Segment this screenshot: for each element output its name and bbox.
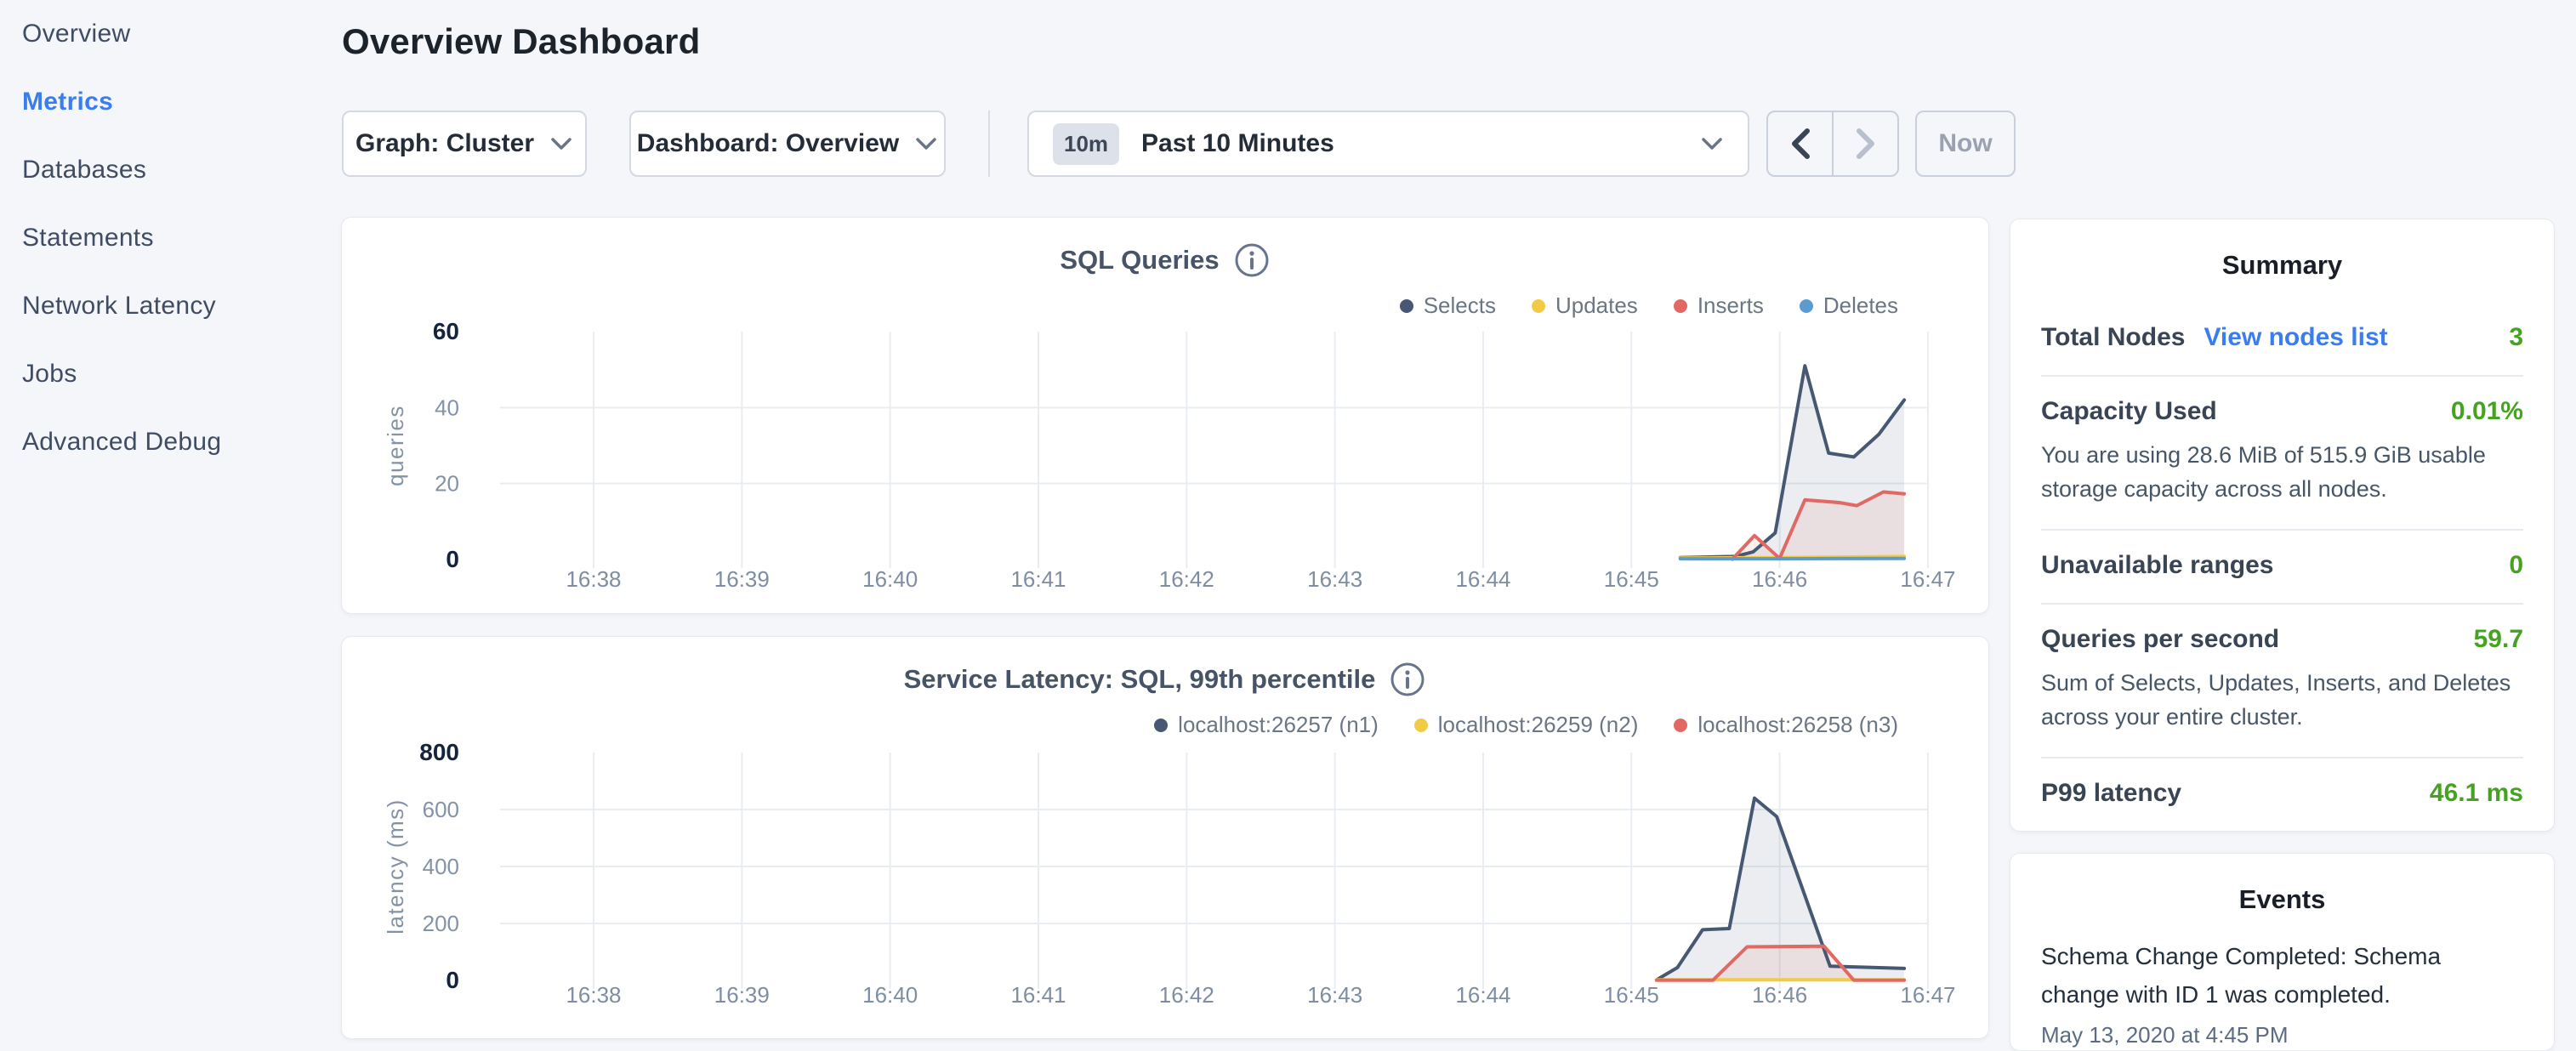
summary-row-label: Total Nodes bbox=[2041, 323, 2185, 352]
summary-row-value: 0.01% bbox=[2451, 397, 2523, 426]
time-range-label: Past 10 Minutes bbox=[1141, 129, 1700, 158]
svg-text:16:47: 16:47 bbox=[1900, 982, 1955, 1008]
events-list: Schema Change Completed: Schema change w… bbox=[2010, 915, 2554, 1048]
event-timestamp: May 13, 2020 at 4:45 PM bbox=[2041, 1022, 2523, 1048]
chevron-down-icon bbox=[914, 136, 938, 151]
graph-dropdown-label: Graph: Cluster bbox=[355, 129, 534, 158]
svg-text:0: 0 bbox=[446, 546, 459, 572]
svg-text:400: 400 bbox=[423, 854, 459, 879]
summary-row-value: 46.1 ms bbox=[2430, 779, 2523, 808]
summary-title: Summary bbox=[2010, 219, 2554, 281]
sidebar-item-metrics[interactable]: Metrics bbox=[22, 68, 328, 136]
summary-row-label: P99 latency bbox=[2041, 779, 2181, 808]
svg-text:200: 200 bbox=[423, 911, 459, 936]
sql-queries-chart-panel: SQL Queries SelectsUpdatesInsertsDeletes… bbox=[341, 217, 1989, 614]
svg-text:40: 40 bbox=[435, 395, 459, 420]
summary-row-subtext: You are using 28.6 MiB of 515.9 GiB usab… bbox=[2041, 438, 2523, 506]
svg-text:16:43: 16:43 bbox=[1307, 566, 1362, 592]
time-range-badge: 10m bbox=[1053, 123, 1119, 165]
previous-time-button[interactable] bbox=[1768, 112, 1834, 175]
svg-text:16:45: 16:45 bbox=[1604, 566, 1659, 592]
view-nodes-list-link[interactable]: View nodes list bbox=[2204, 323, 2387, 352]
summary-row: Capacity Used 0.01% You are using 28.6 MiB… bbox=[2041, 375, 2523, 529]
time-step-buttons bbox=[1766, 111, 1899, 177]
summary-row: P99 latency 46.1 ms bbox=[2041, 757, 2523, 831]
summary-row: Unavailable ranges 0 bbox=[2041, 529, 2523, 603]
svg-text:16:44: 16:44 bbox=[1455, 982, 1510, 1008]
service-latency-chart-panel: Service Latency: SQL, 99th percentile lo… bbox=[341, 636, 1989, 1039]
page-title: Overview Dashboard bbox=[342, 21, 700, 62]
svg-text:16:42: 16:42 bbox=[1159, 982, 1214, 1008]
now-button[interactable]: Now bbox=[1915, 111, 2016, 177]
summary-row-label: Unavailable ranges bbox=[2041, 551, 2273, 580]
svg-text:16:42: 16:42 bbox=[1159, 566, 1214, 592]
chevron-right-icon bbox=[1855, 127, 1877, 161]
chart-plot-area[interactable]: 16:38 16:39 16:40 16:41 16:42 16:43 16:44 16:45… bbox=[342, 218, 1989, 614]
svg-text:16:44: 16:44 bbox=[1455, 566, 1510, 592]
sidebar-item-advanced-debug[interactable]: Advanced Debug bbox=[22, 408, 328, 476]
summary-row-value: 59.7 bbox=[2474, 625, 2523, 654]
sidebar: OverviewMetricsDatabasesStatementsNetwor… bbox=[22, 0, 328, 476]
svg-text:16:47: 16:47 bbox=[1900, 566, 1955, 592]
svg-text:800: 800 bbox=[419, 739, 459, 765]
svg-text:0: 0 bbox=[446, 967, 459, 993]
svg-text:16:46: 16:46 bbox=[1752, 982, 1807, 1008]
svg-text:60: 60 bbox=[433, 318, 459, 344]
svg-text:queries: queries bbox=[383, 405, 408, 486]
events-title: Events bbox=[2010, 854, 2554, 915]
summary-rows: Total Nodes View nodes list 3 Capacity Used… bbox=[2010, 303, 2554, 831]
chart-plot-area[interactable]: 16:38 16:39 16:40 16:41 16:42 16:43 16:44 16:45… bbox=[342, 637, 1989, 1039]
sidebar-item-databases[interactable]: Databases bbox=[22, 136, 328, 204]
svg-text:16:39: 16:39 bbox=[714, 566, 770, 592]
svg-text:16:45: 16:45 bbox=[1604, 982, 1659, 1008]
summary-row-value: 0 bbox=[2509, 551, 2523, 580]
summary-row-label: Capacity Used bbox=[2041, 397, 2217, 426]
svg-text:16:41: 16:41 bbox=[1010, 566, 1066, 592]
time-range-dropdown[interactable]: 10m Past 10 Minutes bbox=[1027, 111, 1749, 177]
svg-text:16:38: 16:38 bbox=[566, 982, 621, 1008]
sidebar-item-network-latency[interactable]: Network Latency bbox=[22, 272, 328, 340]
summary-row-value: 3 bbox=[2509, 323, 2523, 352]
chevron-left-icon bbox=[1789, 127, 1811, 161]
svg-text:16:40: 16:40 bbox=[862, 566, 918, 592]
svg-text:latency (ms): latency (ms) bbox=[383, 798, 408, 935]
next-time-button[interactable] bbox=[1834, 112, 1897, 175]
summary-row: Queries per second 59.7 Sum of Selects, Up… bbox=[2041, 603, 2523, 757]
dashboard-dropdown[interactable]: Dashboard: Overview bbox=[629, 111, 946, 177]
chevron-down-icon bbox=[1700, 136, 1724, 151]
summary-row-subtext: Sum of Selects, Updates, Inserts, and De… bbox=[2041, 666, 2523, 734]
svg-text:16:41: 16:41 bbox=[1010, 982, 1066, 1008]
summary-row-label: Queries per second bbox=[2041, 625, 2279, 654]
svg-text:20: 20 bbox=[435, 471, 459, 497]
summary-panel: Summary Total Nodes View nodes list 3 Capac… bbox=[2010, 219, 2555, 832]
svg-text:16:39: 16:39 bbox=[714, 982, 770, 1008]
events-panel: Events Schema Change Completed: Schema c… bbox=[2010, 853, 2555, 1051]
svg-text:16:43: 16:43 bbox=[1307, 982, 1362, 1008]
sidebar-item-jobs[interactable]: Jobs bbox=[22, 340, 328, 408]
event-item[interactable]: Schema Change Completed: Schema change w… bbox=[2041, 937, 2523, 1048]
summary-row: Total Nodes View nodes list 3 bbox=[2041, 303, 2523, 375]
dashboard-dropdown-label: Dashboard: Overview bbox=[637, 129, 899, 158]
svg-text:16:46: 16:46 bbox=[1752, 566, 1807, 592]
divider bbox=[988, 111, 990, 177]
svg-text:600: 600 bbox=[423, 797, 459, 822]
svg-text:16:38: 16:38 bbox=[566, 566, 621, 592]
graph-dropdown[interactable]: Graph: Cluster bbox=[342, 111, 587, 177]
sidebar-item-statements[interactable]: Statements bbox=[22, 204, 328, 272]
sidebar-item-overview[interactable]: Overview bbox=[22, 0, 328, 68]
chevron-down-icon bbox=[549, 136, 573, 151]
event-message: Schema Change Completed: Schema change w… bbox=[2041, 937, 2523, 1014]
svg-text:16:40: 16:40 bbox=[862, 982, 918, 1008]
